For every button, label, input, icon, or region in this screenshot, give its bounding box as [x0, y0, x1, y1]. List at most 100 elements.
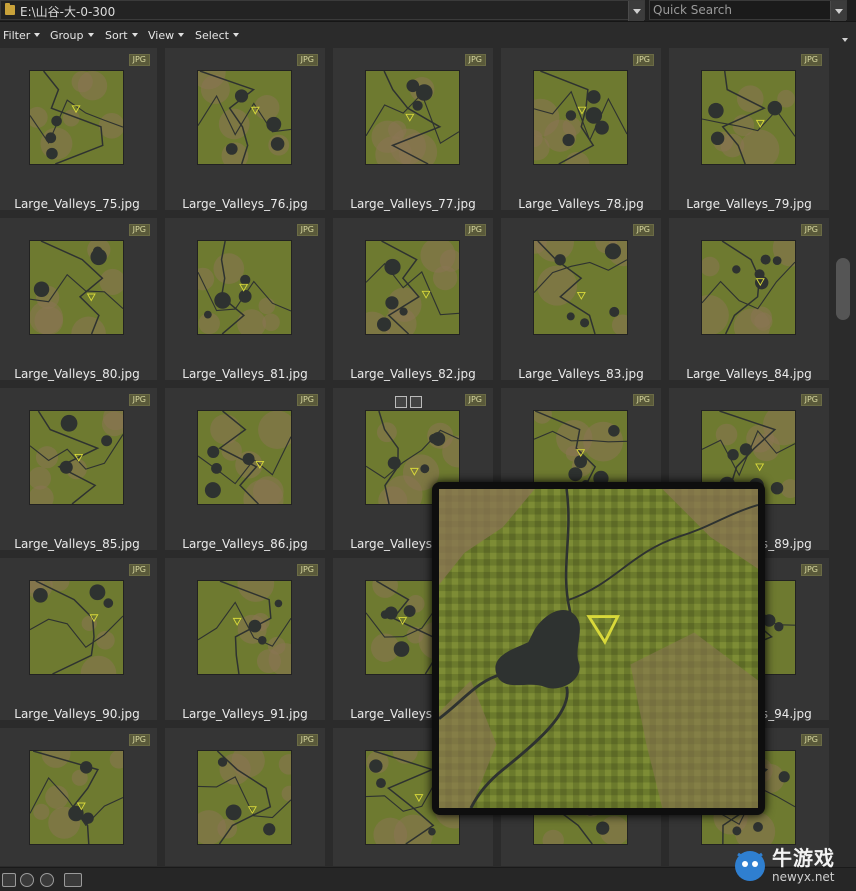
thumbnail-tile[interactable]: JPG Large_Valleys_77.jpg	[333, 48, 493, 211]
undo-icon[interactable]	[20, 873, 34, 887]
file-name: Large_Valleys_84.jpg	[686, 367, 812, 381]
map-thumbnail-image	[533, 240, 628, 335]
file-type-badge: JPG	[632, 224, 654, 236]
map-thumbnail-image	[365, 70, 460, 165]
mascot-logo-icon	[735, 851, 765, 881]
map-thumbnail-image	[197, 410, 292, 505]
file-name: Large_Valleys_83.jpg	[518, 367, 644, 381]
path-dropdown-chevron-down-icon[interactable]	[628, 1, 644, 21]
menu-filter[interactable]: Filter	[3, 29, 41, 42]
preview-image	[439, 489, 758, 808]
file-type-badge: JPG	[632, 54, 654, 66]
thumbnail-tile[interactable]: JPG	[165, 728, 325, 866]
scroll-thumb[interactable]	[836, 258, 850, 320]
file-type-badge: JPG	[128, 54, 150, 66]
path-text: E:\山谷-大-0-300	[20, 5, 116, 19]
file-type-badge: JPG	[800, 224, 822, 236]
thumbnail-tile[interactable]: JPG Large_Valleys_76.jpg	[165, 48, 325, 211]
menu-view[interactable]: View	[148, 29, 185, 42]
menu-sort-label: Sort	[105, 29, 128, 42]
file-type-badge: JPG	[296, 224, 318, 236]
watermark-logo-text: 牛游戏	[772, 846, 835, 870]
folder-icon	[5, 3, 15, 15]
menu-overflow-chevron-down-icon[interactable]	[842, 38, 848, 42]
map-thumbnail-image	[701, 240, 796, 335]
image-preview-popup	[432, 482, 765, 815]
menu-view-label: View	[148, 29, 175, 42]
map-thumbnail-image	[29, 750, 124, 845]
map-thumbnail-image	[533, 70, 628, 165]
menu-bar: Filter Group Sort View Select	[0, 24, 856, 48]
thumbnail-tile[interactable]: JPG Large_Valleys_91.jpg	[165, 558, 325, 721]
map-thumbnail-image	[29, 580, 124, 675]
file-type-badge: JPG	[296, 734, 318, 746]
search-dropdown-chevron-down-icon[interactable]	[830, 1, 846, 21]
file-type-badge: JPG	[296, 54, 318, 66]
map-thumbnail-image	[29, 410, 124, 505]
map-thumbnail-image	[29, 240, 124, 335]
file-name: Large_Valleys_91.jpg	[182, 707, 308, 721]
menu-sort[interactable]: Sort	[105, 29, 138, 42]
edit-icon[interactable]	[410, 396, 422, 408]
file-type-badge: JPG	[800, 54, 822, 66]
map-thumbnail-image	[197, 240, 292, 335]
file-name: Large_Valleys_80.jpg	[14, 367, 140, 381]
file-type-badge: JPG	[632, 394, 654, 406]
file-name: Large_Valleys_76.jpg	[182, 197, 308, 211]
menu-select[interactable]: Select	[195, 29, 239, 42]
file-type-badge: JPG	[128, 564, 150, 576]
file-name: Large_Valleys_79.jpg	[686, 197, 812, 211]
thumbnail-tile[interactable]: JPG Large_Valleys_84.jpg	[669, 218, 829, 381]
thumbnail-tile[interactable]: JPG Large_Valleys_81.jpg	[165, 218, 325, 381]
quick-search-input[interactable]	[650, 1, 830, 19]
thumbnail-tile[interactable]: JPG Large_Valleys_80.jpg	[0, 218, 157, 381]
file-type-badge: JPG	[296, 564, 318, 576]
file-name: Large_Valleys_86.jpg	[182, 537, 308, 551]
file-name: Large_Valleys_78.jpg	[518, 197, 644, 211]
file-name: Large_Valleys_75.jpg	[14, 197, 140, 211]
menu-select-label: Select	[195, 29, 229, 42]
watermark-url: newyx.net	[772, 870, 835, 884]
map-thumbnail-image	[701, 70, 796, 165]
map-thumbnail-image	[29, 70, 124, 165]
vertical-scrollbar[interactable]	[832, 48, 856, 866]
checkbox-icon[interactable]	[395, 396, 407, 408]
menu-group[interactable]: Group	[50, 29, 94, 42]
windows-icon[interactable]	[64, 873, 82, 887]
thumbnail-tile[interactable]: JPG Large_Valleys_79.jpg	[669, 48, 829, 211]
file-name: Large_Valleys_81.jpg	[182, 367, 308, 381]
quick-search[interactable]	[649, 0, 847, 21]
thumbnail-tile[interactable]: JPG Large_Valleys_85.jpg	[0, 388, 157, 551]
file-type-badge: JPG	[800, 564, 822, 576]
file-name: Large_Valleys_77.jpg	[350, 197, 476, 211]
layout-icon[interactable]	[2, 873, 16, 887]
file-type-badge: JPG	[800, 734, 822, 746]
thumbnail-tile[interactable]: JPG Large_Valleys_78.jpg	[501, 48, 661, 211]
map-thumbnail-image	[197, 750, 292, 845]
path-field[interactable]: E:\山谷-大-0-300	[0, 0, 645, 21]
file-name: Large_Valleys_90.jpg	[14, 707, 140, 721]
file-type-badge: JPG	[464, 394, 486, 406]
thumbnail-tile[interactable]: JPG Large_Valleys_75.jpg	[0, 48, 157, 211]
file-type-badge: JPG	[800, 394, 822, 406]
file-type-badge: JPG	[128, 734, 150, 746]
file-name: Large_Valleys_85.jpg	[14, 537, 140, 551]
file-type-badge: JPG	[464, 224, 486, 236]
thumbnail-tile[interactable]: JPG Large_Valleys_83.jpg	[501, 218, 661, 381]
thumbnail-tile[interactable]: JPG Large_Valleys_86.jpg	[165, 388, 325, 551]
menu-group-label: Group	[50, 29, 84, 42]
file-type-badge: JPG	[296, 394, 318, 406]
file-type-badge: JPG	[464, 54, 486, 66]
thumbnail-tile[interactable]: JPG Large_Valleys_90.jpg	[0, 558, 157, 721]
menu-filter-label: Filter	[3, 29, 31, 42]
site-watermark: 牛游戏 newyx.net	[728, 840, 856, 891]
map-thumbnail-image	[197, 580, 292, 675]
map-thumbnail-image	[197, 70, 292, 165]
path-bar: E:\山谷-大-0-300	[0, 0, 856, 22]
map-thumbnail-image	[365, 240, 460, 335]
file-name: Large_Valleys_82.jpg	[350, 367, 476, 381]
thumbnail-tile[interactable]: JPG	[0, 728, 157, 866]
redo-icon[interactable]	[40, 873, 54, 887]
thumbnail-tile[interactable]: JPG Large_Valleys_82.jpg	[333, 218, 493, 381]
file-type-badge: JPG	[128, 224, 150, 236]
